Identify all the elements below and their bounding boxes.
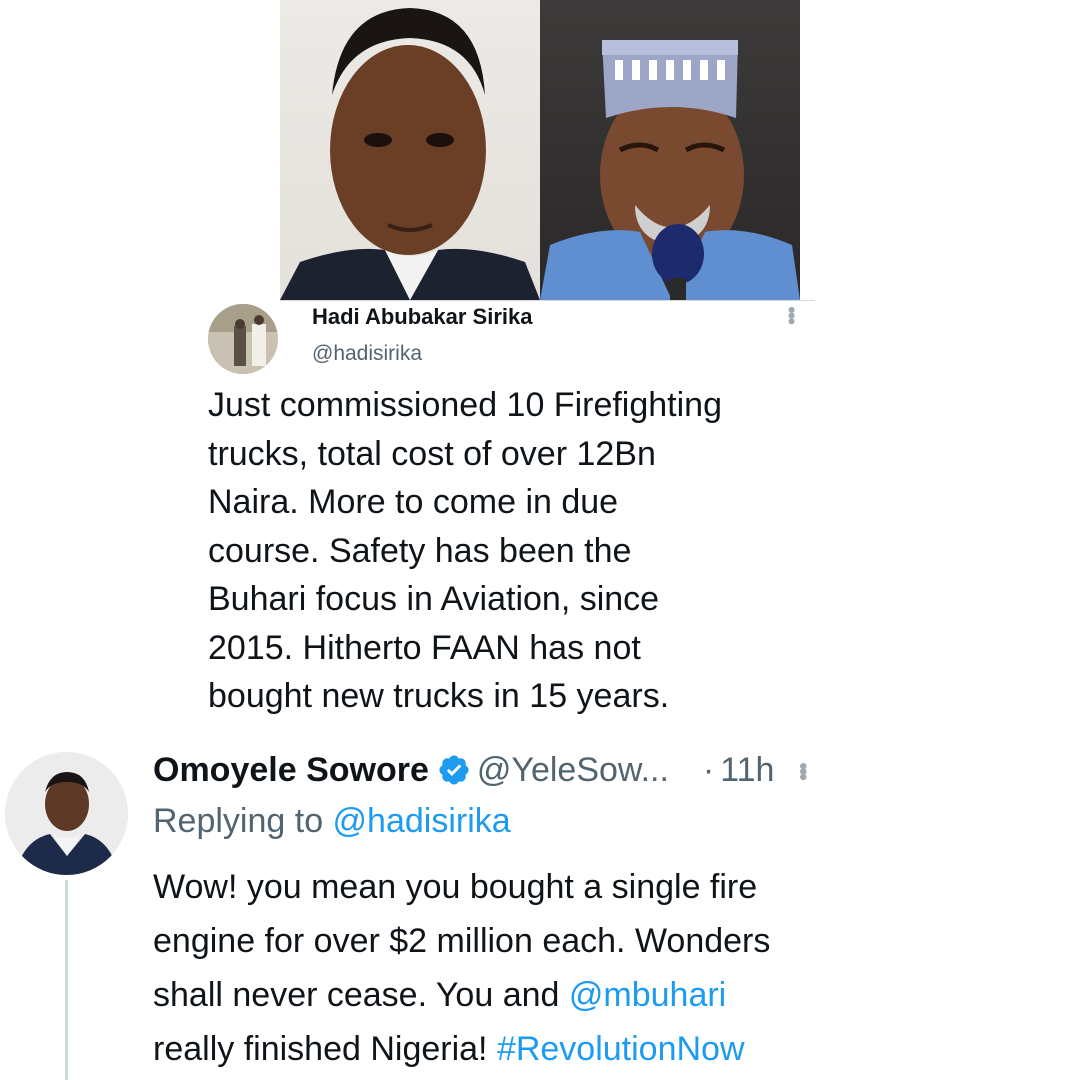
tweet-line: 2015. Hitherto FAAN has not [208,628,641,667]
tweet-line: engine for over $2 million each. Wonders [153,922,771,960]
tweet-line: shall never cease. You and [153,976,569,1014]
tweet-text: Wow! you mean you bought a single fire e… [153,860,1053,1076]
tweet-line: Wow! you mean you bought a single fire [153,868,758,906]
author-name[interactable]: Omoyele Sowore [153,751,429,790]
tweet-header: Omoyele Sowore @YeleSow... · 11h ••• [153,748,816,792]
verified-badge-icon [437,753,471,787]
separator-dot: · [702,750,715,789]
man-portrait-photo [280,0,540,300]
thread-line [65,880,68,1080]
tweet-line: really finished Nigeria! [153,1030,497,1068]
tweet-line: Naira. More to come in due [208,483,619,521]
tweet-text: Just commissioned 10 Firefighting trucks… [208,381,828,721]
tweet-line: trucks, total cost of over 12Bn [208,434,656,473]
more-vertical-icon[interactable]: ••• [778,306,804,323]
more-vertical-icon[interactable]: ••• [788,762,816,778]
hashtag-link[interactable]: #RevolutionNow [497,1030,745,1068]
divider [280,300,815,301]
author-name[interactable]: Hadi Abubakar Sirika [312,304,532,330]
man-with-cap-and-microphone-photo [540,0,800,300]
tweet-line: course. Safety has been the [208,531,632,570]
author-handle[interactable]: @YeleSow... [477,751,669,790]
author-handle[interactable]: @hadisirika [312,342,422,366]
replying-to: Replying to @hadisirika [153,802,511,841]
tweet-line: Just commissioned 10 Firefighting [208,386,723,424]
timestamp[interactable]: 11h [720,751,774,790]
avatar[interactable] [5,752,128,875]
replying-label: Replying to [153,802,333,840]
tweet-line: Buhari focus in Aviation, since [208,580,660,618]
avatar[interactable] [208,304,278,374]
mention-link[interactable]: @mbuhari [569,976,726,1014]
mention-link[interactable]: @hadisirika [333,802,511,840]
tweet-line: bought new trucks in 15 years. [208,677,670,715]
